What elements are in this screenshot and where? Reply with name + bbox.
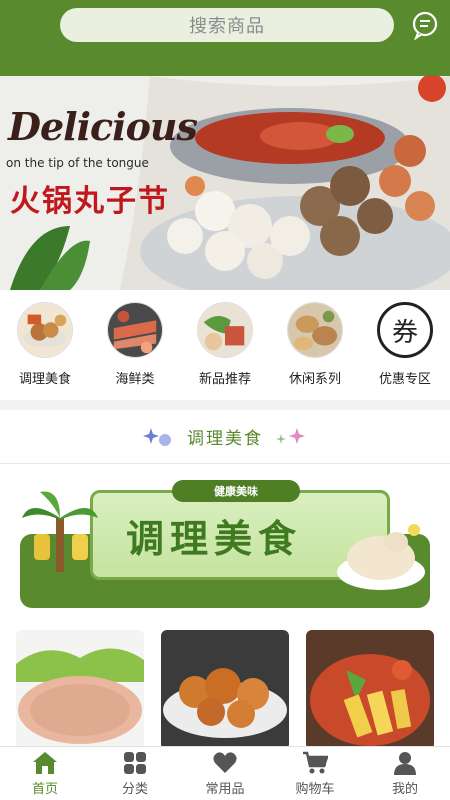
product-grid [16,630,434,750]
message-icon[interactable] [410,10,440,40]
tab-label: 首页 [31,781,58,797]
category-label: 优惠专区 [378,372,431,387]
tab-label: 常用品 [205,781,245,797]
category-label: 调理美食 [18,372,71,387]
cart-icon [303,751,328,773]
banner-cn-title: 火锅丸子节 [10,184,170,219]
prepared-food-image [17,302,73,358]
category-prepared-food[interactable]: 调理美食 [3,302,87,400]
bottom-tab-bar: 首页 分类 常用品 购物车 我的 [0,746,450,800]
category-label: 海鲜类 [115,372,155,387]
search-placeholder: 搜索商品 [189,16,265,37]
category-label: 休闲系列 [288,372,341,387]
prepared-food-section: 调理美食 健康美味 调理美食 [0,410,450,750]
promo-banner[interactable]: 健康美味 调理美食 [20,478,430,616]
sparkle-icon [143,427,171,446]
category-seafood[interactable]: 海鲜类 [93,302,177,400]
tab-label: 分类 [121,781,148,797]
top-header: 搜索商品 [0,0,450,76]
product-card[interactable] [16,630,144,750]
banner-title: Delicious [8,104,198,149]
category-row: 调理美食 海鲜类 新品推荐 休闲系列 券 优惠专区 [0,290,450,400]
tab-label: 购物车 [295,781,335,797]
category-new-products[interactable]: 新品推荐 [183,302,267,400]
coupon-icon: 券 [377,302,433,358]
promo-title: 调理美食 [126,517,303,561]
user-icon [394,751,416,775]
product-card[interactable] [306,630,434,750]
search-input[interactable]: 搜索商品 [60,8,394,42]
banner-subtitle: on the tip of the tongue [6,156,149,170]
heart-icon [213,751,237,773]
hero-banner[interactable]: Delicious on the tip of the tongue 火锅丸子节 [0,76,450,290]
chicken-image [337,524,425,590]
sparkle-icon [276,427,305,444]
app-page: 搜索商品 Delicious on the tip of the tongue … [0,0,450,800]
home-icon [33,751,57,774]
tab-category[interactable]: 分类 [90,747,180,800]
grid-icon [124,751,146,774]
tab-home[interactable]: 首页 [0,747,90,800]
section-title: 调理美食 [187,429,263,449]
tab-favorites[interactable]: 常用品 [180,747,270,800]
category-label: 新品推荐 [198,372,251,387]
seafood-image [107,302,163,358]
tab-cart[interactable]: 购物车 [270,747,360,800]
tab-label: 我的 [391,781,418,797]
snacks-image [287,302,343,358]
section-header: 调理美食 [0,410,450,464]
palm-tree-icon [22,491,98,572]
promo-ribbon: 健康美味 [172,480,300,502]
category-discount[interactable]: 券 优惠专区 [363,302,447,400]
category-snacks[interactable]: 休闲系列 [273,302,357,400]
product-card[interactable] [161,630,289,750]
tab-profile[interactable]: 我的 [360,747,450,800]
new-products-image [197,302,253,358]
